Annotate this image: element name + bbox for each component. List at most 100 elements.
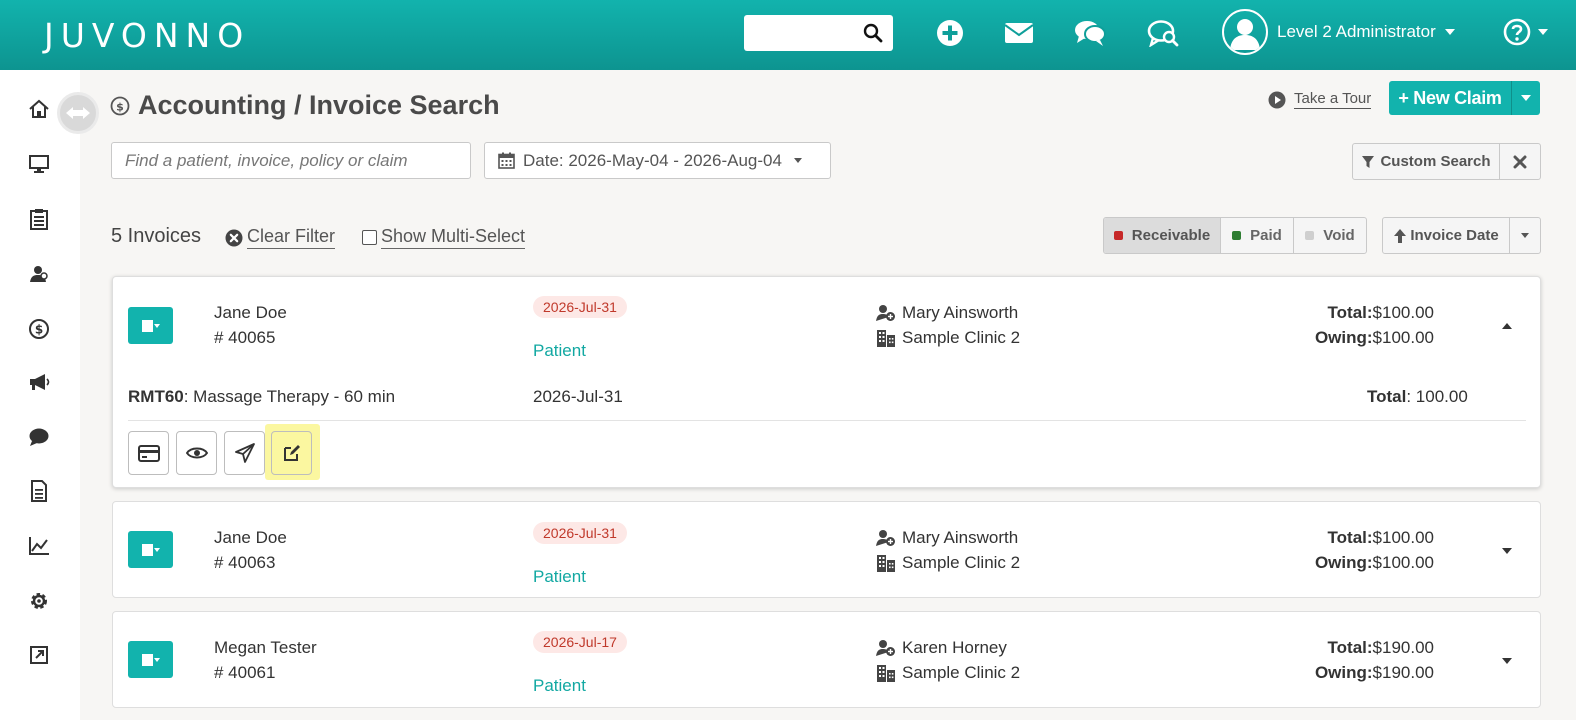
dollar-circle-icon: $ (29, 319, 49, 339)
status-receivable-label: Receivable (1131, 227, 1211, 244)
status-paid-button[interactable]: Paid (1221, 218, 1294, 253)
new-claim-split-button[interactable]: + New Claim (1389, 81, 1540, 115)
play-circle-icon (1268, 91, 1286, 108)
chevron-down-icon (1444, 29, 1455, 35)
sidebar-item-reports[interactable] (24, 531, 54, 561)
chat-icon (29, 428, 49, 446)
chat-search-icon[interactable] (1147, 17, 1179, 49)
sidebar-item-messages[interactable] (24, 422, 54, 452)
provider-name: Mary Ainsworth (902, 303, 1019, 322)
user-menu[interactable]: Level 2 Administrator (1222, 8, 1455, 56)
chevron-down-icon (793, 158, 802, 163)
eye-icon (185, 447, 208, 459)
invoice-owing: Owing:$100.00 (1314, 553, 1434, 572)
envelope-icon[interactable] (1003, 17, 1035, 49)
invoice-card[interactable]: Jane Doe # 40065 2026-Jul-31 Patient Mar… (112, 276, 1541, 488)
take-tour-link[interactable]: Take a Tour (1268, 90, 1372, 109)
send-button[interactable] (224, 431, 265, 475)
help-menu[interactable] (1503, 18, 1548, 46)
invoice-date-badge: 2026-Jul-17 (533, 631, 627, 653)
chevron-down-icon[interactable] (1501, 545, 1513, 557)
document-icon (31, 480, 47, 502)
search-icon[interactable] (863, 23, 883, 48)
payer-label: Patient (533, 341, 586, 360)
svg-text:$: $ (35, 323, 43, 337)
top-bar: JUVONNO Level 2 Administrator (0, 0, 1576, 70)
take-tour-label[interactable]: Take a Tour (1294, 90, 1372, 109)
receivable-dot-icon (1113, 231, 1123, 240)
invoice-card[interactable]: Jane Doe # 40063 2026-Jul-31 Patient Mar… (112, 501, 1541, 598)
new-claim-dropdown[interactable] (1511, 81, 1540, 115)
arrows-horizontal-icon (66, 107, 90, 119)
external-link-icon (30, 646, 48, 664)
invoice-type-icon[interactable] (128, 531, 173, 568)
multi-select-label[interactable]: Show Multi-Select (381, 226, 526, 249)
sidebar-item-documents[interactable] (24, 476, 54, 506)
sidebar-item-external[interactable] (24, 640, 54, 670)
divider (128, 420, 1526, 421)
multi-select-checkbox[interactable] (362, 230, 377, 245)
clear-filter-label[interactable]: Clear Filter (247, 226, 336, 249)
provider: Mary Ainsworth (876, 303, 1018, 323)
clear-search-button[interactable] (1500, 144, 1540, 179)
patient-name[interactable]: Jane Doe (214, 528, 287, 548)
add-circle-icon[interactable] (934, 17, 966, 49)
sort-dropdown[interactable] (1510, 218, 1540, 253)
sidebar-item-desktop[interactable] (24, 149, 54, 179)
chevron-up-icon[interactable] (1501, 320, 1513, 332)
paid-dot-icon (1232, 231, 1242, 240)
sidebar-item-clipboard[interactable] (24, 204, 54, 234)
invoice-number: # 40063 (214, 553, 276, 572)
new-claim-button[interactable]: + New Claim (1389, 81, 1511, 115)
custom-search-button[interactable]: Custom Search (1353, 144, 1500, 179)
help-icon (1503, 18, 1531, 46)
view-button[interactable] (176, 431, 217, 475)
find-search-input[interactable] (112, 143, 470, 178)
user-name: Level 2 Administrator (1277, 22, 1436, 41)
users-icon (30, 266, 48, 282)
payment-button[interactable] (128, 431, 169, 475)
status-void-button[interactable]: Void (1294, 218, 1366, 253)
sidebar-item-home[interactable] (24, 94, 54, 124)
date-range-label: Date: 2026-May-04 - 2026-Aug-04 (523, 150, 782, 170)
juvonno-logo[interactable]: JUVONNO (44, 16, 250, 55)
find-search-field[interactable] (111, 142, 471, 179)
gear-icon (31, 593, 47, 609)
clipboard-icon (30, 209, 48, 230)
line-chart-icon (29, 537, 49, 555)
invoice-type-icon[interactable] (128, 307, 173, 344)
sort-label: Invoice Date (1410, 227, 1499, 244)
date-range-picker[interactable]: Date: 2026-May-04 - 2026-Aug-04 (484, 142, 831, 179)
filter-icon (1362, 155, 1375, 168)
status-receivable-button[interactable]: Receivable (1104, 218, 1221, 253)
credit-card-icon (137, 444, 160, 462)
clear-filter-link[interactable]: Clear Filter (225, 226, 336, 249)
invoice-card[interactable]: Megan Tester # 40061 2026-Jul-17 Patient… (112, 611, 1541, 708)
chevron-down-icon[interactable] (1501, 655, 1513, 667)
clinic-name: Sample Clinic 2 (902, 663, 1021, 682)
page-title-text: Accounting / Invoice Search (138, 90, 500, 120)
sidebar-item-settings[interactable] (24, 586, 54, 616)
void-dot-icon (1305, 231, 1315, 240)
building-icon (877, 555, 895, 572)
building-icon (877, 665, 895, 682)
payer-label: Patient (533, 567, 586, 586)
sidebar-collapse-button[interactable] (57, 92, 99, 134)
sidebar-item-accounting[interactable]: $ (24, 314, 54, 344)
sort-invoice-date-button[interactable]: Invoice Date (1383, 218, 1510, 253)
arrow-up-icon (1394, 228, 1407, 243)
status-void-label: Void (1323, 227, 1355, 244)
patient-name[interactable]: Megan Tester (214, 638, 317, 658)
global-search-input[interactable] (744, 15, 854, 51)
sidebar-item-marketing[interactable] (24, 367, 54, 397)
patient-name[interactable]: Jane Doe (214, 303, 287, 323)
edit-button[interactable] (271, 431, 312, 475)
sidebar-item-users[interactable] (24, 259, 54, 289)
invoice-date-badge: 2026-Jul-31 (533, 296, 627, 318)
line-item-code: RMT60 (128, 387, 184, 406)
invoice-type-icon[interactable] (128, 641, 173, 678)
multi-select-toggle[interactable]: Show Multi-Select (362, 226, 526, 249)
clinic: Sample Clinic 2 (876, 328, 1020, 348)
chat-bubbles-icon[interactable] (1074, 17, 1106, 49)
global-search[interactable] (744, 15, 893, 51)
